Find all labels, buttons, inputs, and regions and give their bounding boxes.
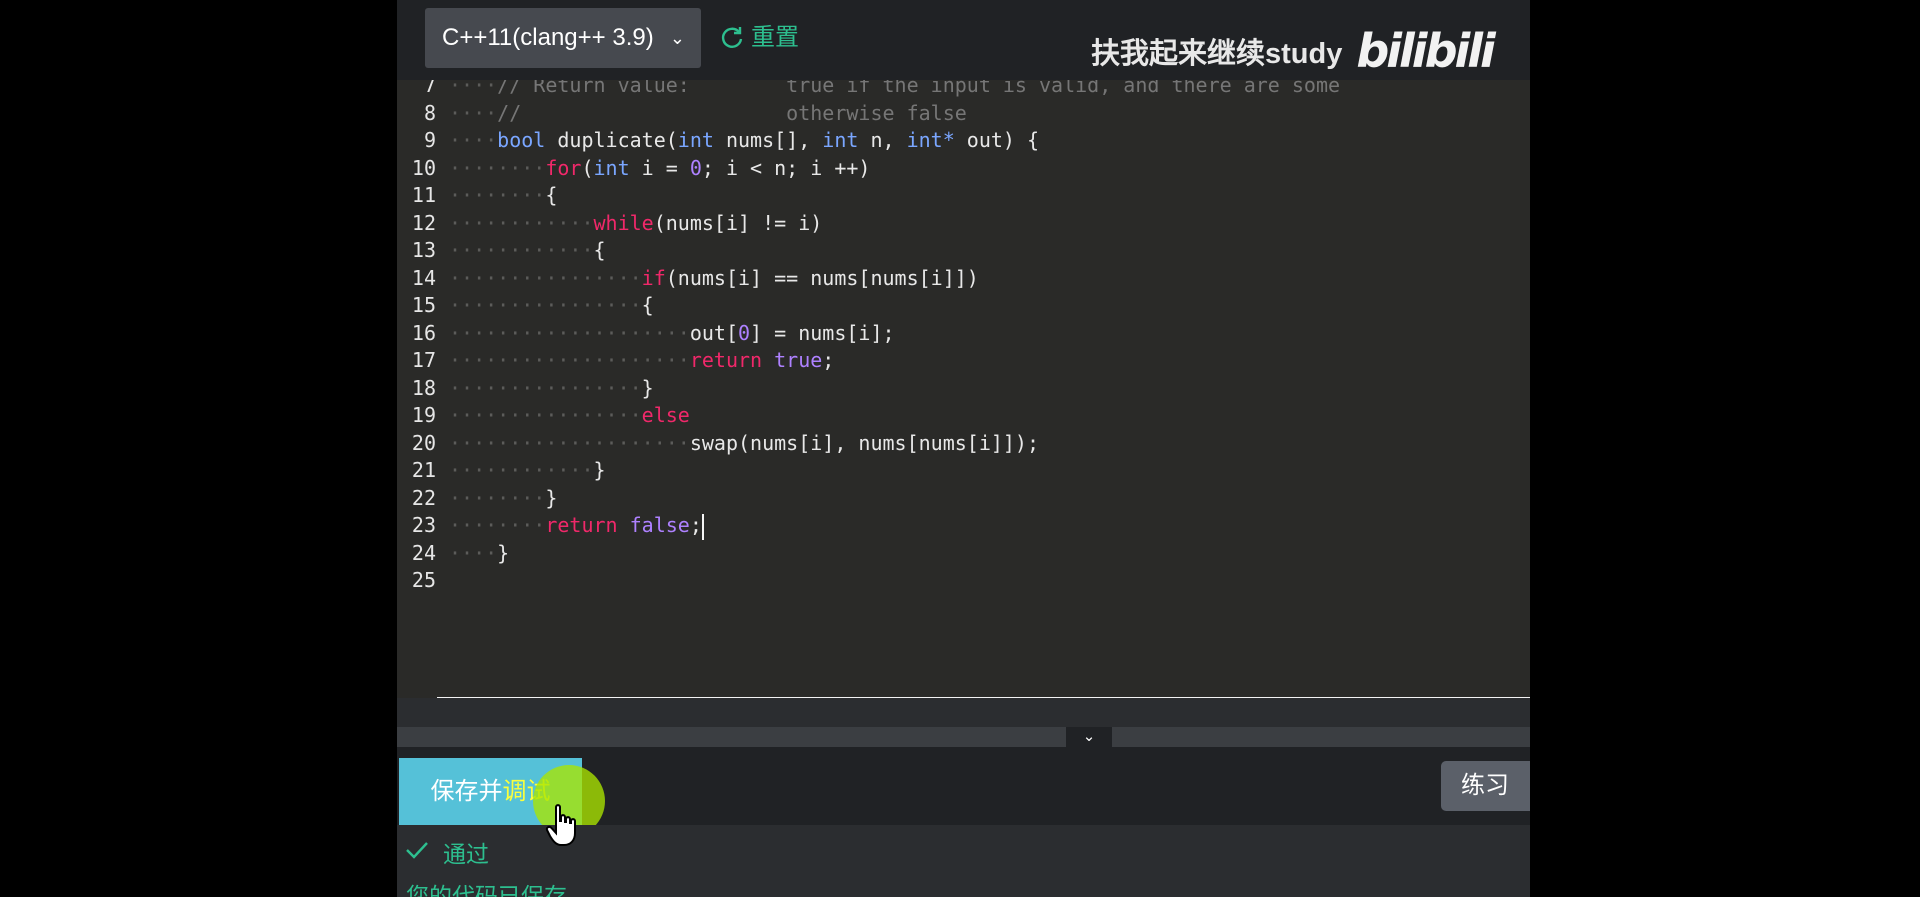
code-token: int* [906, 128, 955, 152]
save-debug-label: 保存并 [430, 778, 503, 805]
chevron-down-icon: ⌄ [1082, 728, 1096, 745]
practice-button[interactable]: 练习 [1441, 761, 1530, 811]
code-token: (nums[i] == nums[nums[i]]) [665, 265, 979, 290]
check-icon [405, 839, 429, 866]
code-token: int [593, 155, 630, 180]
code-token: duplicate( [545, 128, 678, 152]
code-token: ] = nums[i]; [750, 320, 895, 345]
horizontal-scrollbar[interactable]: ◂ [437, 697, 1530, 698]
video-watermark: 扶我起来继续study bilibili [1091, 22, 1496, 80]
pass-status: 通过 [405, 835, 489, 869]
code-token: true [774, 348, 823, 372]
indent-whitespace: ········ [449, 513, 546, 537]
indent-whitespace: ················ [449, 293, 642, 317]
result-panel: 通过 您的代码已保存 [397, 825, 1530, 897]
code-editor-app: C++11(clang++ 3.9) ⌄ 重置 扶我起来继续study bili… [397, 0, 1530, 897]
indent-whitespace: ················ [449, 403, 642, 427]
collapse-toggle-button[interactable]: ⌄ [1066, 727, 1112, 747]
code-token: for [545, 155, 582, 180]
code-token: bool [497, 128, 546, 152]
indent-whitespace: ············ [449, 458, 594, 482]
indent-whitespace: ················ [449, 375, 642, 400]
action-bar: 保存并调试 练习 [397, 747, 1530, 846]
indent-whitespace: ············ [449, 210, 594, 235]
watermark-text: 扶我起来继续study [1091, 38, 1343, 70]
code-area[interactable]: 7 ····// Return value: true if the input … [397, 80, 1530, 698]
code-token: out) { [954, 128, 1040, 152]
code-token: } [593, 458, 606, 482]
code-token: out[ [689, 320, 738, 345]
code-token: 0 [689, 155, 702, 180]
indent-whitespace: ········ [449, 485, 546, 510]
code-line[interactable]: 25 [397, 563, 1530, 597]
code-token: false [629, 513, 690, 537]
code-token: } [545, 485, 558, 510]
code-token: { [545, 183, 558, 207]
reset-button[interactable]: 重置 [719, 20, 799, 56]
language-select-value: C++11(clang++ 3.9) [442, 24, 654, 51]
code-token: // otherwise false [497, 100, 967, 125]
code-token: (nums[i] != i) [653, 210, 823, 235]
code-token: int [677, 128, 714, 152]
editor-toolbar: C++11(clang++ 3.9) ⌄ 重置 扶我起来继续study bili… [397, 0, 1530, 80]
language-select[interactable]: C++11(clang++ 3.9) ⌄ [425, 8, 701, 68]
code-token: ; [822, 348, 835, 372]
code-token: // Return value: true if the input is va… [497, 80, 1341, 97]
indent-whitespace: ···················· [449, 348, 690, 372]
indent-whitespace: ···· [449, 100, 498, 125]
code-token: { [593, 238, 606, 262]
code-token: 0 [738, 320, 751, 345]
screen: C++11(clang++ 3.9) ⌄ 重置 扶我起来继续study bili… [0, 0, 1920, 897]
code-token: ; [689, 513, 702, 537]
indent-whitespace: ···· [449, 540, 498, 565]
code-token: while [593, 210, 654, 235]
save-and-debug-button[interactable]: 保存并调试 [399, 758, 582, 825]
save-message: 您的代码已保存 [406, 883, 567, 897]
code-token: nums[], [713, 128, 823, 152]
panel-divider [397, 727, 1530, 747]
pass-status-label: 通过 [443, 841, 489, 867]
code-token: ( [581, 155, 594, 180]
code-token: return [545, 513, 618, 537]
reset-label: 重置 [751, 24, 799, 51]
code-token: if [641, 265, 666, 290]
code-token: n, [858, 128, 907, 152]
code-token: { [641, 293, 654, 317]
save-debug-label-highlight: 调试 [502, 778, 551, 805]
bilibili-logo: bilibili [1356, 24, 1495, 78]
indent-whitespace: ········ [449, 155, 546, 180]
code-token: return [689, 348, 763, 372]
refresh-icon [719, 25, 745, 51]
code-token: int [822, 128, 859, 152]
code-token: swap(nums[i], nums[nums[i]]); [689, 430, 1040, 455]
code-token: i = [629, 155, 690, 180]
code-token: } [497, 540, 510, 565]
code-token: } [641, 375, 654, 400]
code-token: else [641, 403, 690, 427]
code-token: ; i < n; i ++) [701, 155, 871, 180]
indent-whitespace: ···· [449, 80, 498, 97]
indent-whitespace: ···· [449, 128, 498, 152]
indent-whitespace: ············ [449, 238, 594, 262]
chevron-down-icon: ⌄ [669, 28, 685, 48]
indent-whitespace: ········ [449, 183, 546, 207]
indent-whitespace: ···················· [449, 430, 690, 455]
scroll-left-arrow-icon[interactable]: ◂ [441, 697, 459, 698]
line-number: 25 [411, 568, 436, 592]
indent-whitespace: ················ [449, 265, 642, 290]
indent-whitespace: ···················· [449, 320, 690, 345]
